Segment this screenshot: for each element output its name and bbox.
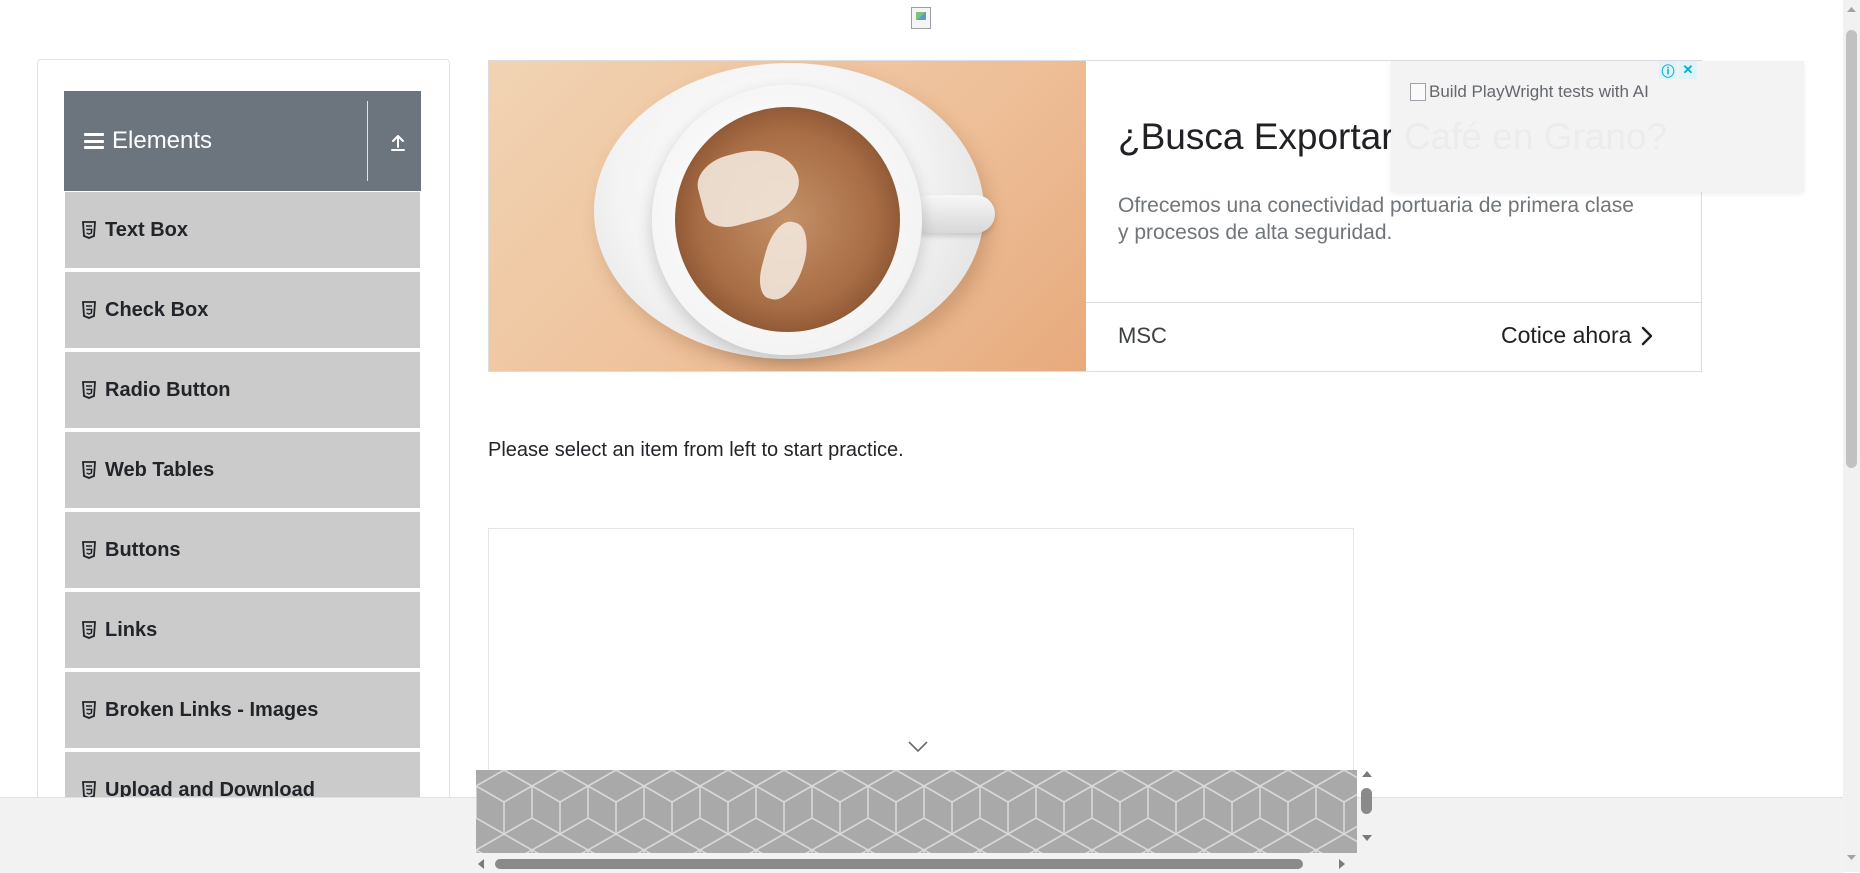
ad-horizontal-scroll-thumb[interactable] — [495, 859, 1303, 869]
ad-close-icon[interactable]: ✕ — [1679, 61, 1697, 79]
scroll-up-arrow-icon[interactable] — [1361, 768, 1373, 780]
scroll-down-arrow-icon[interactable] — [1361, 832, 1373, 844]
ad-coffee-image[interactable] — [489, 61, 1086, 371]
sidebar-item-text-box[interactable]: Text Box — [65, 192, 420, 270]
sidebar-item-radio-button[interactable]: Radio Button — [65, 352, 420, 430]
header-logo-image[interactable] — [911, 7, 931, 29]
ad-cta-label: Cotice ahora — [1501, 322, 1632, 348]
sidebar-item-check-box[interactable]: Check Box — [65, 272, 420, 350]
sidebar-item-links[interactable]: Links — [65, 592, 420, 670]
sticky-ad-pattern[interactable] — [476, 770, 1357, 853]
sidebar-item-label: Links — [105, 618, 158, 641]
hamburger-icon — [84, 133, 104, 149]
page-scroll-up-icon[interactable] — [1846, 4, 1857, 15]
group-title: Elements — [84, 127, 212, 155]
sidebar-item-label: Buttons — [105, 538, 181, 561]
ad-vertical-scroll-thumb[interactable] — [1361, 788, 1372, 814]
practice-instruction: Please select an item from left to start… — [488, 439, 904, 461]
upload-arrow-icon[interactable] — [388, 133, 408, 153]
html5-icon — [82, 381, 96, 399]
sidebar-item-buttons[interactable]: Buttons — [65, 512, 420, 590]
broken-image-icon — [1410, 83, 1426, 101]
ad-frame-placeholder — [488, 528, 1354, 808]
html5-icon — [82, 541, 96, 559]
html5-icon — [82, 701, 96, 719]
page-scroll-down-icon[interactable] — [1846, 852, 1857, 863]
chevron-down-icon[interactable] — [907, 740, 929, 754]
ad-badges: ⓘ ✕ — [1659, 61, 1697, 79]
sidebar-item-label: Web Tables — [105, 458, 215, 481]
ad-brand[interactable]: MSC — [1118, 323, 1167, 349]
scroll-right-arrow-icon[interactable] — [1336, 858, 1348, 870]
ad-body-text: Ofrecemos una conectividad portuaria de … — [1118, 194, 1634, 244]
ad-cta-button[interactable]: Cotice ahora — [1501, 322, 1653, 349]
group-divider — [367, 101, 368, 181]
sidebar-item-label: Text Box — [105, 218, 188, 241]
scroll-left-arrow-icon[interactable] — [475, 858, 487, 870]
ad-overlay[interactable]: Build PlayWright tests with AI — [1391, 61, 1804, 192]
ad-info-icon[interactable]: ⓘ — [1659, 61, 1677, 79]
html5-icon — [82, 301, 96, 319]
sidebar-item-broken-links-images[interactable]: Broken Links - Images — [65, 672, 420, 750]
chevron-right-icon — [1642, 326, 1653, 345]
page-scroll-thumb[interactable] — [1846, 30, 1857, 468]
group-title-label: Elements — [112, 127, 213, 154]
ad-divider — [1086, 302, 1701, 303]
html5-icon — [82, 221, 96, 239]
overlay-broken-image[interactable]: Build PlayWright tests with AI — [1410, 82, 1649, 102]
html5-icon — [82, 461, 96, 479]
hex-pattern — [476, 770, 1357, 853]
sidebar-item-web-tables[interactable]: Web Tables — [65, 432, 420, 510]
sidebar-item-label: Check Box — [105, 298, 209, 321]
sidebar-item-label: Radio Button — [105, 378, 231, 401]
html5-icon — [82, 621, 96, 639]
group-header-elements[interactable]: Elements — [64, 91, 421, 191]
overlay-alt-text: Build PlayWright tests with AI — [1429, 82, 1649, 101]
sidebar-item-label: Broken Links - Images — [105, 698, 319, 721]
